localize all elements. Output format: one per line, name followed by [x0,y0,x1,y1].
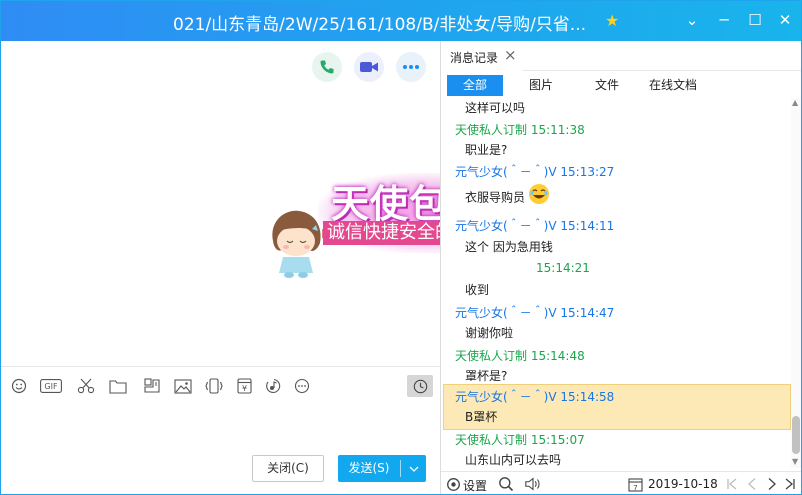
message-content: 衣服导购员 [465,184,791,207]
next-page-icon[interactable] [763,475,781,493]
close-window-button[interactable]: ✕ [774,9,796,31]
content-text: 这样可以吗 [465,101,526,115]
scroll-down-icon[interactable]: ▼ [792,457,798,466]
send-button[interactable]: 发送(S) [338,455,426,482]
message-input[interactable] [1,402,440,448]
scissors-icon[interactable] [77,377,95,395]
more-options-button[interactable] [396,52,426,82]
folder-icon[interactable] [109,377,127,395]
speaker-icon[interactable] [524,475,542,493]
message-content: 这样可以吗 [465,99,791,119]
voice-call-button[interactable] [312,52,342,82]
message-sender: 天使私人订制 15:15:07 [455,431,791,451]
content-text: 衣服导购员 [465,190,526,205]
sender-text: 天使私人订制 15:14:48 [455,349,585,363]
tab-underline [523,70,801,71]
settings-icon[interactable] [444,475,462,493]
message-sender: 元气少女(＾－＾)V 15:14:47 [455,304,791,324]
message-content: B罩杯 [465,408,791,428]
message-list[interactable]: 这样可以吗天使私人订制 15:11:38 职业是? 元气少女(＾－＾)V 15:13… [441,98,791,468]
chevron-down-icon[interactable]: ⌄ [681,9,703,31]
gif-icon[interactable]: GIF [40,377,62,395]
date-label[interactable]: 2019-10-18 [648,477,718,491]
video-camera-icon [360,62,378,72]
shake-icon[interactable] [205,377,223,395]
sender-text: 元气少女(＾－＾)V 15:14:11 [455,219,615,233]
message-content: 职业是? [465,141,791,161]
content-text: 这个 因为急用钱 [465,240,553,254]
send-label: 发送(S) [348,461,390,475]
send-options-chevron-icon[interactable] [401,455,426,482]
image-icon[interactable] [174,377,192,395]
maximize-button[interactable]: ☐ [744,9,766,31]
more-tools-icon[interactable] [293,377,311,395]
tab-message-record[interactable]: 消息记录 × [441,41,523,71]
title-bar[interactable]: 021/山东青岛/2W/25/161/108/B/非处女/导购/只省... ★ … [1,1,801,41]
settings-label[interactable]: 设置 [463,477,487,494]
music-icon[interactable] [264,377,282,395]
message-record-panel: 消息记录 × 全部 图片 文件 在线文档 这样可以吗天使私人订制 15:11:3… [441,41,801,494]
filter-files[interactable]: 文件 [579,75,635,96]
message-sender: 天使私人订制 15:14:48 [455,347,791,367]
sender-text: 元气少女(＾－＾)V 15:14:58 [455,390,615,404]
message-sender: 15:14:21 [536,261,791,281]
phone-icon [320,60,334,74]
message-sender: 元气少女(＾－＾)V 15:14:11 [455,217,791,237]
svg-text:GIF: GIF [44,382,58,391]
message-sender: 元气少女(＾－＾)V 15:14:58 [455,388,791,408]
scroll-up-icon[interactable]: ▲ [792,98,798,107]
content-text: 罩杯是? [465,369,508,383]
message-content: 收到 [465,281,791,301]
scroll-thumb[interactable] [792,416,800,454]
more-icon [403,65,419,69]
search-icon[interactable] [497,475,515,493]
content-text: 谢谢你啦 [465,326,514,340]
window-title: 021/山东青岛/2W/25/161/108/B/非处女/导购/只省... [173,15,587,35]
message-content: 罩杯是? [465,367,791,387]
message-sender: 元气少女(＾－＾)V 15:13:27 [455,163,791,183]
content-text: 收到 [465,283,490,297]
video-call-button[interactable] [354,52,384,82]
content-text: 职业是? [465,143,508,157]
sender-text: 元气少女(＾－＾)V 15:14:47 [455,306,615,320]
tab-label: 消息记录 [450,51,499,65]
content-text: B罩杯 [465,410,498,424]
chat-window: 021/山东青岛/2W/25/161/108/B/非处女/导购/只省... ★ … [0,0,802,495]
history-button[interactable] [407,375,433,397]
star-icon[interactable]: ★ [605,11,619,30]
svg-text:7: 7 [633,484,637,492]
filter-all[interactable]: 全部 [447,75,503,96]
sender-text: 元气少女(＾－＾)V 15:13:27 [455,165,615,179]
content-text: 山东山内可以去吗 [465,453,562,467]
filter-images[interactable]: 图片 [513,75,569,96]
clock-icon [413,379,427,393]
calendar-icon[interactable]: 7 [626,475,644,493]
laughing-emoji-icon [528,183,550,205]
sender-text: 15:14:21 [536,261,590,275]
record-filter-tabs: 全部 图片 文件 在线文档 [441,75,801,97]
record-footer: 设置 7 2019-10-18 [441,471,801,494]
previous-page-icon[interactable] [743,475,761,493]
message-content: 这个 因为急用钱 [465,238,791,258]
first-page-icon[interactable] [723,475,741,493]
emoji-icon[interactable] [10,377,28,395]
document-icon[interactable] [143,377,161,395]
sender-text: 天使私人订制 15:11:38 [455,123,585,137]
input-toolbar: GIF ¥ [1,366,440,402]
message-content: 谢谢你啦 [465,324,791,344]
last-page-icon[interactable] [781,475,799,493]
close-tab-icon[interactable]: × [504,46,517,64]
message-sender: 天使私人订制 15:11:38 [455,121,791,141]
filter-online-docs[interactable]: 在线文档 [641,75,705,96]
svg-text:¥: ¥ [241,384,246,393]
message-scrollbar[interactable]: ▲ ▼ [791,98,801,468]
sender-text: 天使私人订制 15:15:07 [455,433,585,447]
close-button[interactable]: 关闭(C) [252,455,324,482]
message-content: 山东山内可以去吗 [465,451,791,468]
red-packet-icon[interactable]: ¥ [235,377,253,395]
minimize-button[interactable]: ─ [713,9,735,31]
